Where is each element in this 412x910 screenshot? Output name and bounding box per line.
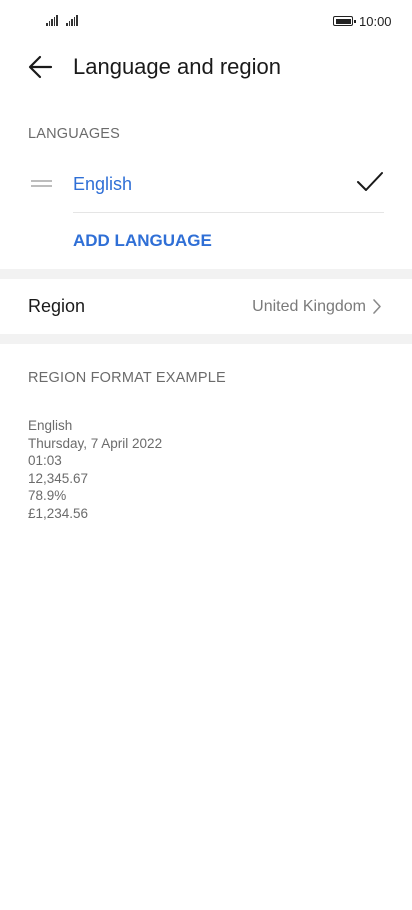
- section-separator: [0, 269, 412, 279]
- status-time: 10:00: [359, 14, 392, 29]
- region-label: Region: [28, 296, 86, 316]
- drag-handle-icon[interactable]: [31, 180, 52, 187]
- signal-icon-sim1: [46, 14, 58, 26]
- back-button[interactable]: [24, 52, 58, 82]
- format-example-block: English Thursday, 7 April 2022 01:03 12,…: [28, 417, 162, 523]
- status-bar: 10:00: [0, 0, 412, 44]
- example-percent: 78.9%: [28, 488, 67, 504]
- page-title: Language and region: [73, 54, 281, 79]
- example-time: 01:03: [28, 453, 62, 469]
- add-language-button[interactable]: ADD LANGUAGE: [73, 231, 212, 251]
- region-value: United Kingdom: [252, 298, 366, 315]
- signal-icon-sim2: [65, 14, 78, 26]
- example-date: Thursday, 7 April 2022: [28, 435, 163, 451]
- check-icon: [357, 172, 383, 191]
- chevron-right-icon: [373, 299, 381, 314]
- region-setting-row[interactable]: Region United Kingdom: [0, 279, 412, 334]
- section-separator: [0, 334, 412, 344]
- languages-section-title: LANGUAGES: [28, 126, 121, 142]
- battery-icon: [333, 16, 356, 26]
- format-example-section-title: REGION FORMAT EXAMPLE: [28, 370, 226, 386]
- example-currency: £1,234.56: [28, 505, 89, 521]
- arrow-left-icon: [28, 55, 53, 79]
- language-item-label: English: [73, 174, 133, 194]
- example-language: English: [28, 418, 73, 433]
- divider: [73, 212, 384, 213]
- app-header: Language and region: [0, 44, 412, 92]
- example-number: 12,345.67: [28, 470, 89, 486]
- signal-indicators: [46, 14, 78, 26]
- language-item-english[interactable]: English: [0, 158, 412, 212]
